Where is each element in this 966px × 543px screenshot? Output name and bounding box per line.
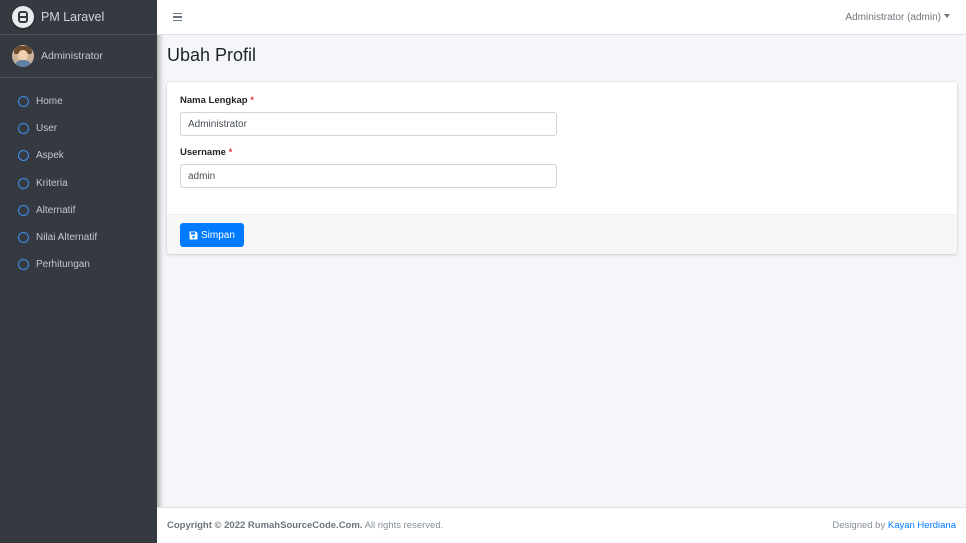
circle-outline-icon [18,204,29,216]
sidebar-item-label: Aspek [36,150,64,162]
circle-outline-icon [18,177,29,189]
sidebar-item-nilai-alternatif[interactable]: Nilai Alternatif [0,224,157,251]
nama-lengkap-label: Nama Lengkap * [180,95,254,106]
sidebar: PM Laravel Administrator Home User Aspek… [0,0,157,543]
page-title: Ubah Profil [167,45,257,65]
nama-lengkap-input[interactable] [180,112,557,136]
sidebar-item-label: User [36,123,58,135]
card-footer: Simpan [167,214,957,254]
designer-credit: Designed by Kayan Herdiana [832,520,956,531]
sidebar-item-kriteria[interactable]: Kriteria [0,170,157,197]
username-input[interactable] [180,164,557,188]
profile-form-card: Nama Lengkap * Username * Simpan [167,82,957,254]
card-body: Nama Lengkap * Username * [167,82,957,214]
brand-link[interactable]: PM Laravel [0,0,157,35]
designed-by-text: Designed by [832,520,888,531]
sidebar-item-label: Alternatif [36,204,76,216]
author-link[interactable]: Kayan Herdiana [888,520,956,531]
brand-name: PM Laravel [41,10,105,24]
sidebar-item-label: Perhitungan [36,259,90,271]
caret-down-icon [944,14,950,18]
sidebar-item-user[interactable]: User [0,115,157,142]
page-footer: Copyright © 2022 RumahSourceCode.Com. Al… [157,507,966,543]
circle-outline-icon [18,150,29,162]
avatar [12,45,34,67]
floppy-disk-icon [189,231,198,239]
brand-logo-icon [12,6,34,28]
user-menu-dropdown[interactable]: Administrator (admin) [845,12,950,23]
required-mark: * [228,147,233,158]
sidebar-item-label: Nilai Alternatif [36,232,98,244]
user-panel[interactable]: Administrator [0,35,153,78]
user-panel-name: Administrator [41,50,103,62]
sidebar-item-alternatif[interactable]: Alternatif [0,197,157,224]
sidebar-item-perhitungan[interactable]: Perhitungan [0,251,157,278]
save-button[interactable]: Simpan [180,223,244,247]
sidebar-item-label: Home [36,96,63,108]
user-menu-label: Administrator (admin) [845,12,941,23]
sidebar-item-home[interactable]: Home [0,88,157,115]
copyright: Copyright © 2022 RumahSourceCode.Com. Al… [167,520,443,531]
top-navbar: Administrator (admin) [157,0,966,35]
save-button-label: Simpan [201,229,235,241]
sidebar-nav: Home User Aspek Kriteria Alternatif Nila… [0,78,157,278]
copyright-text: Copyright © 2022 RumahSourceCode.Com. [167,520,363,531]
sidebar-item-aspek[interactable]: Aspek [0,142,157,169]
circle-outline-icon [18,232,29,244]
rights-text: All rights reserved. [362,520,444,531]
main-content: Ubah Profil Nama Lengkap * Username * Si… [157,35,966,507]
required-mark: * [250,95,254,106]
circle-outline-icon [18,96,29,108]
sidebar-item-label: Kriteria [36,177,68,189]
circle-outline-icon [18,259,29,271]
hamburger-icon[interactable] [173,13,182,21]
circle-outline-icon [18,123,29,135]
username-label: Username * [180,147,233,158]
